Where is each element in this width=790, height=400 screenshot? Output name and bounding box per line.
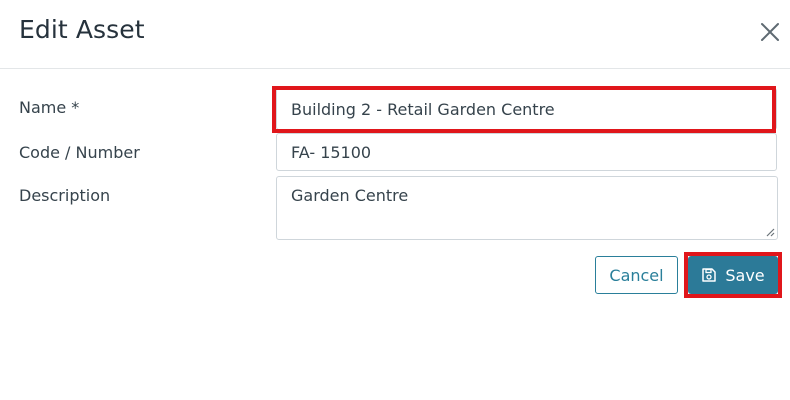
floppy-disk-icon: [702, 268, 717, 282]
modal-header: Edit Asset: [0, 0, 790, 69]
name-input[interactable]: Building 2 - Retail Garden Centre: [276, 88, 777, 130]
code-number-input-value: FA- 15100: [291, 142, 372, 162]
cancel-button-label: Cancel: [609, 265, 664, 285]
modal-title: Edit Asset: [19, 15, 145, 44]
name-label: Name *: [19, 98, 80, 117]
cancel-button[interactable]: Cancel: [595, 256, 678, 294]
code-number-input[interactable]: FA- 15100: [276, 133, 777, 171]
close-button[interactable]: [759, 21, 781, 43]
edit-asset-dialog: Edit Asset Name * Building 2 - Retail Ga…: [0, 0, 790, 400]
description-label: Description: [19, 186, 111, 205]
close-icon: [761, 23, 779, 41]
resize-grip-icon[interactable]: [766, 228, 775, 237]
description-textarea[interactable]: Garden Centre: [276, 176, 778, 240]
code-label: Code / Number: [19, 143, 140, 162]
save-button[interactable]: Save: [688, 256, 778, 294]
save-button-label: Save: [725, 265, 765, 285]
name-input-value: Building 2 - Retail Garden Centre: [291, 99, 555, 119]
description-textarea-value: Garden Centre: [291, 186, 409, 205]
